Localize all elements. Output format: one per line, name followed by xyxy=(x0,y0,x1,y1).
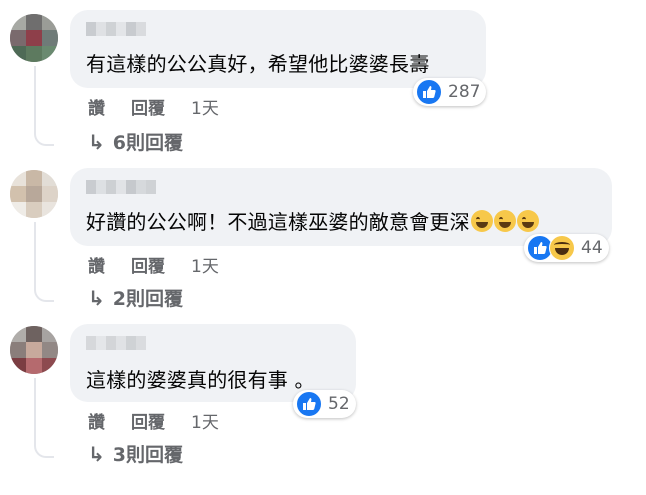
view-replies-button[interactable]: ↳ 3則回覆 xyxy=(88,440,183,467)
reply-button[interactable]: 回覆 xyxy=(131,408,165,433)
avatar[interactable] xyxy=(10,14,58,62)
author-name-blurred[interactable] xyxy=(86,22,146,36)
haha-reaction-icon xyxy=(549,235,575,261)
thread-elbow xyxy=(34,436,54,458)
like-reaction-icon xyxy=(416,79,442,105)
reply-button[interactable]: 回覆 xyxy=(131,252,165,277)
view-replies-button[interactable]: ↳ 6則回覆 xyxy=(88,128,183,155)
author-name-blurred[interactable] xyxy=(86,336,146,350)
thread-line xyxy=(34,378,36,438)
avatar[interactable] xyxy=(10,326,58,374)
reaction-summary[interactable]: 44 xyxy=(524,234,609,262)
reaction-summary[interactable]: 52 xyxy=(293,390,356,418)
comment-actions: 讚 回覆 1天 xyxy=(88,252,219,277)
timestamp[interactable]: 1天 xyxy=(191,408,219,433)
timestamp[interactable]: 1天 xyxy=(191,94,219,119)
thread-line xyxy=(34,66,36,126)
rolling-laughing-emoji-icon xyxy=(470,210,493,232)
comment-text: 有這樣的公公真好，希望他比婆婆長壽 xyxy=(86,52,430,76)
reply-arrow-icon: ↳ xyxy=(88,129,105,154)
reaction-count: 287 xyxy=(448,82,481,102)
thread-line xyxy=(34,222,36,282)
comment-bubble: 有這樣的公公真好，希望他比婆婆長壽 xyxy=(70,10,486,88)
timestamp[interactable]: 1天 xyxy=(191,252,219,277)
like-button[interactable]: 讚 xyxy=(88,94,105,119)
replies-label: 2則回覆 xyxy=(112,288,183,310)
replies-label: 3則回覆 xyxy=(112,444,183,466)
like-button[interactable]: 讚 xyxy=(88,252,105,277)
view-replies-button[interactable]: ↳ 2則回覆 xyxy=(88,284,183,311)
author-name-blurred[interactable] xyxy=(86,180,156,194)
avatar[interactable] xyxy=(10,170,58,218)
like-button[interactable]: 讚 xyxy=(88,408,105,433)
like-reaction-icon xyxy=(296,391,322,417)
comment-actions: 讚 回覆 1天 xyxy=(88,94,219,119)
reply-arrow-icon: ↳ xyxy=(88,441,105,466)
thread-elbow xyxy=(34,124,54,146)
reaction-count: 44 xyxy=(581,238,603,258)
comment-actions: 讚 回覆 1天 xyxy=(88,408,219,433)
reaction-count: 52 xyxy=(328,394,350,414)
rolling-laughing-emoji-icon xyxy=(493,210,516,232)
reply-button[interactable]: 回覆 xyxy=(131,94,165,119)
comment-text: 好讚的公公啊！不過這樣巫婆的敵意會更深 xyxy=(86,206,539,235)
reply-arrow-icon: ↳ xyxy=(88,285,105,310)
comment-text: 這樣的婆婆真的很有事 。 xyxy=(86,368,315,392)
replies-label: 6則回覆 xyxy=(112,132,183,154)
thread-elbow xyxy=(34,280,54,302)
rolling-laughing-emoji-icon xyxy=(516,210,539,232)
reaction-summary[interactable]: 287 xyxy=(413,78,487,106)
comment-bubble: 好讚的公公啊！不過這樣巫婆的敵意會更深 xyxy=(70,168,612,246)
